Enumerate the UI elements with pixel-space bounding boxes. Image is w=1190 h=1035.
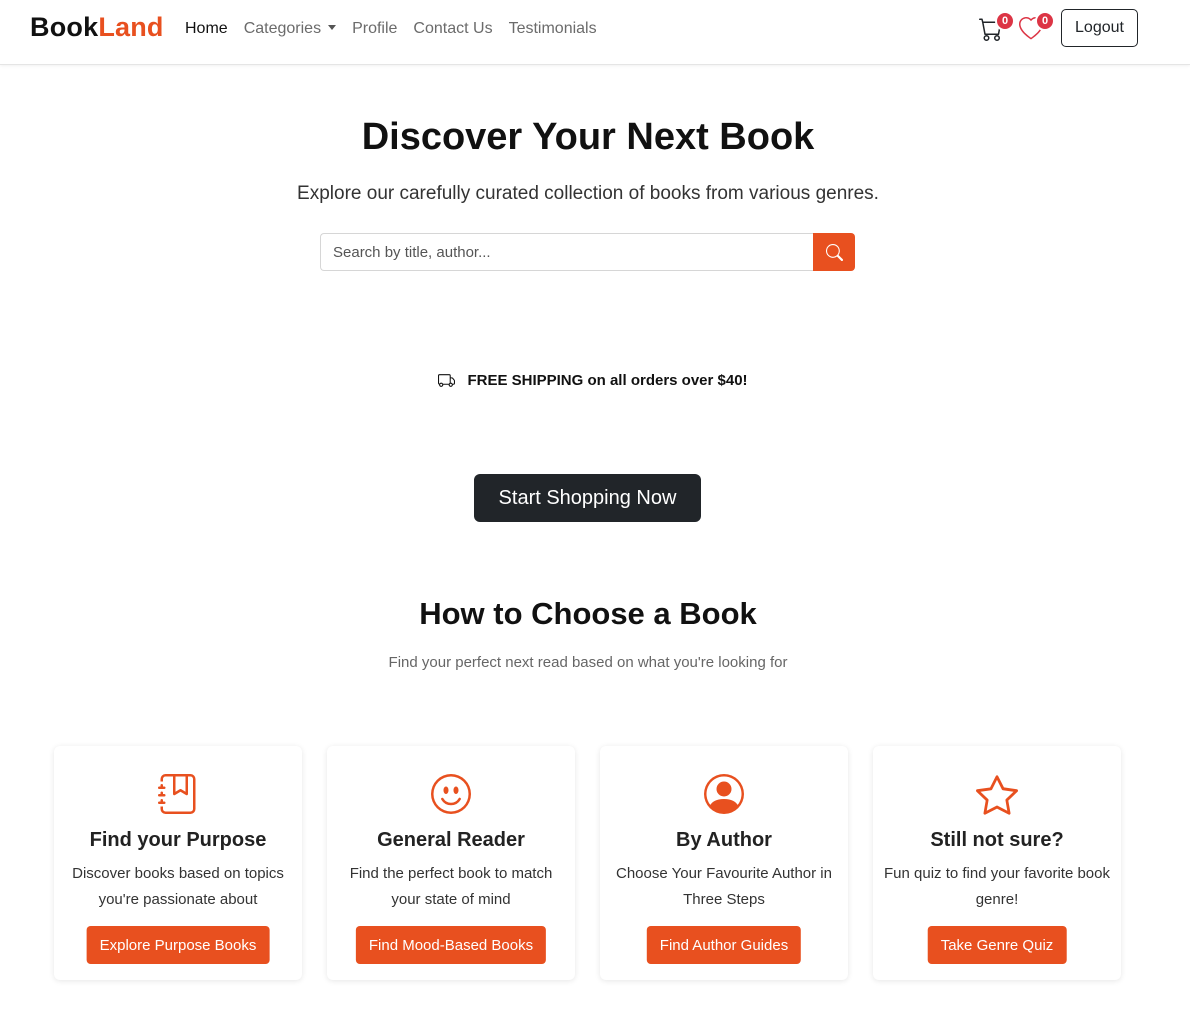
card-still-not-sure: Still not sure? Fun quiz to find your fa…	[873, 746, 1121, 980]
shipping-banner: FREE SHIPPING on all orders over $40!	[0, 372, 1176, 389]
search-button[interactable]	[813, 233, 855, 271]
wishlist-count-badge: 0	[1035, 11, 1055, 31]
start-shopping-button[interactable]: Start Shopping Now	[474, 474, 701, 522]
nav-testimonials[interactable]: Testimonials	[509, 20, 597, 38]
brand-part-book: Book	[30, 12, 99, 42]
journal-bookmark-icon	[158, 774, 196, 814]
find-author-guides-button[interactable]: Find Author Guides	[646, 926, 802, 964]
card-purpose: Find your Purpose Discover books based o…	[54, 746, 302, 980]
nav-actions: 0 0 Logout	[979, 9, 1138, 47]
person-circle-icon	[704, 774, 744, 814]
shipping-text: FREE SHIPPING on all orders over $40!	[467, 372, 748, 389]
card-general-reader: General Reader Find the perfect book to …	[327, 746, 575, 980]
smiley-face-icon	[431, 774, 471, 814]
truck-icon	[438, 374, 456, 387]
search-input[interactable]	[320, 233, 813, 271]
find-mood-books-button[interactable]: Find Mood-Based Books	[355, 926, 547, 964]
navbar: BookLand Home Categories Profile Contact…	[0, 0, 1190, 65]
card-title: By Author	[676, 829, 772, 851]
nav-profile[interactable]: Profile	[352, 20, 397, 38]
explore-purpose-button[interactable]: Explore Purpose Books	[86, 926, 270, 964]
nav-links: Home Categories Profile Contact Us Testi…	[185, 20, 613, 38]
choose-book-cards: Find your Purpose Discover books based o…	[54, 746, 1122, 980]
card-text: Fun quiz to find your favorite book genr…	[884, 865, 1110, 908]
section-title: How to Choose a Book	[419, 596, 757, 631]
dropdown-caret-icon	[328, 25, 337, 30]
brand-logo[interactable]: BookLand	[30, 12, 164, 43]
section-subtitle: Find your perfect next read based on wha…	[388, 654, 788, 671]
take-genre-quiz-button[interactable]: Take Genre Quiz	[927, 926, 1067, 964]
logout-button[interactable]: Logout	[1061, 9, 1138, 47]
card-text: Discover books based on topics you're pa…	[72, 865, 284, 908]
nav-categories-label: Categories	[243, 20, 322, 37]
card-text: Choose Your Favourite Author in Three St…	[616, 865, 832, 908]
star-icon	[976, 775, 1018, 815]
hero-subtitle: Explore our carefully curated collection…	[297, 183, 879, 204]
card-by-author: By Author Choose Your Favourite Author i…	[600, 746, 848, 980]
cart-count-badge: 0	[995, 11, 1015, 31]
brand-part-land: Land	[98, 12, 164, 42]
nav-home[interactable]: Home	[185, 20, 228, 38]
wishlist-button[interactable]: 0	[1019, 9, 1059, 47]
card-title: Find your Purpose	[89, 829, 267, 851]
search-icon	[825, 243, 843, 261]
nav-categories[interactable]: Categories	[243, 20, 337, 38]
card-title: General Reader	[377, 829, 525, 851]
search-form	[320, 233, 855, 271]
nav-contact[interactable]: Contact Us	[413, 20, 492, 38]
hero-title: Discover Your Next Book	[361, 116, 815, 158]
card-title: Still not sure?	[930, 829, 1064, 851]
card-text: Find the perfect book to match your stat…	[349, 865, 553, 908]
cart-button[interactable]: 0	[979, 9, 1019, 47]
